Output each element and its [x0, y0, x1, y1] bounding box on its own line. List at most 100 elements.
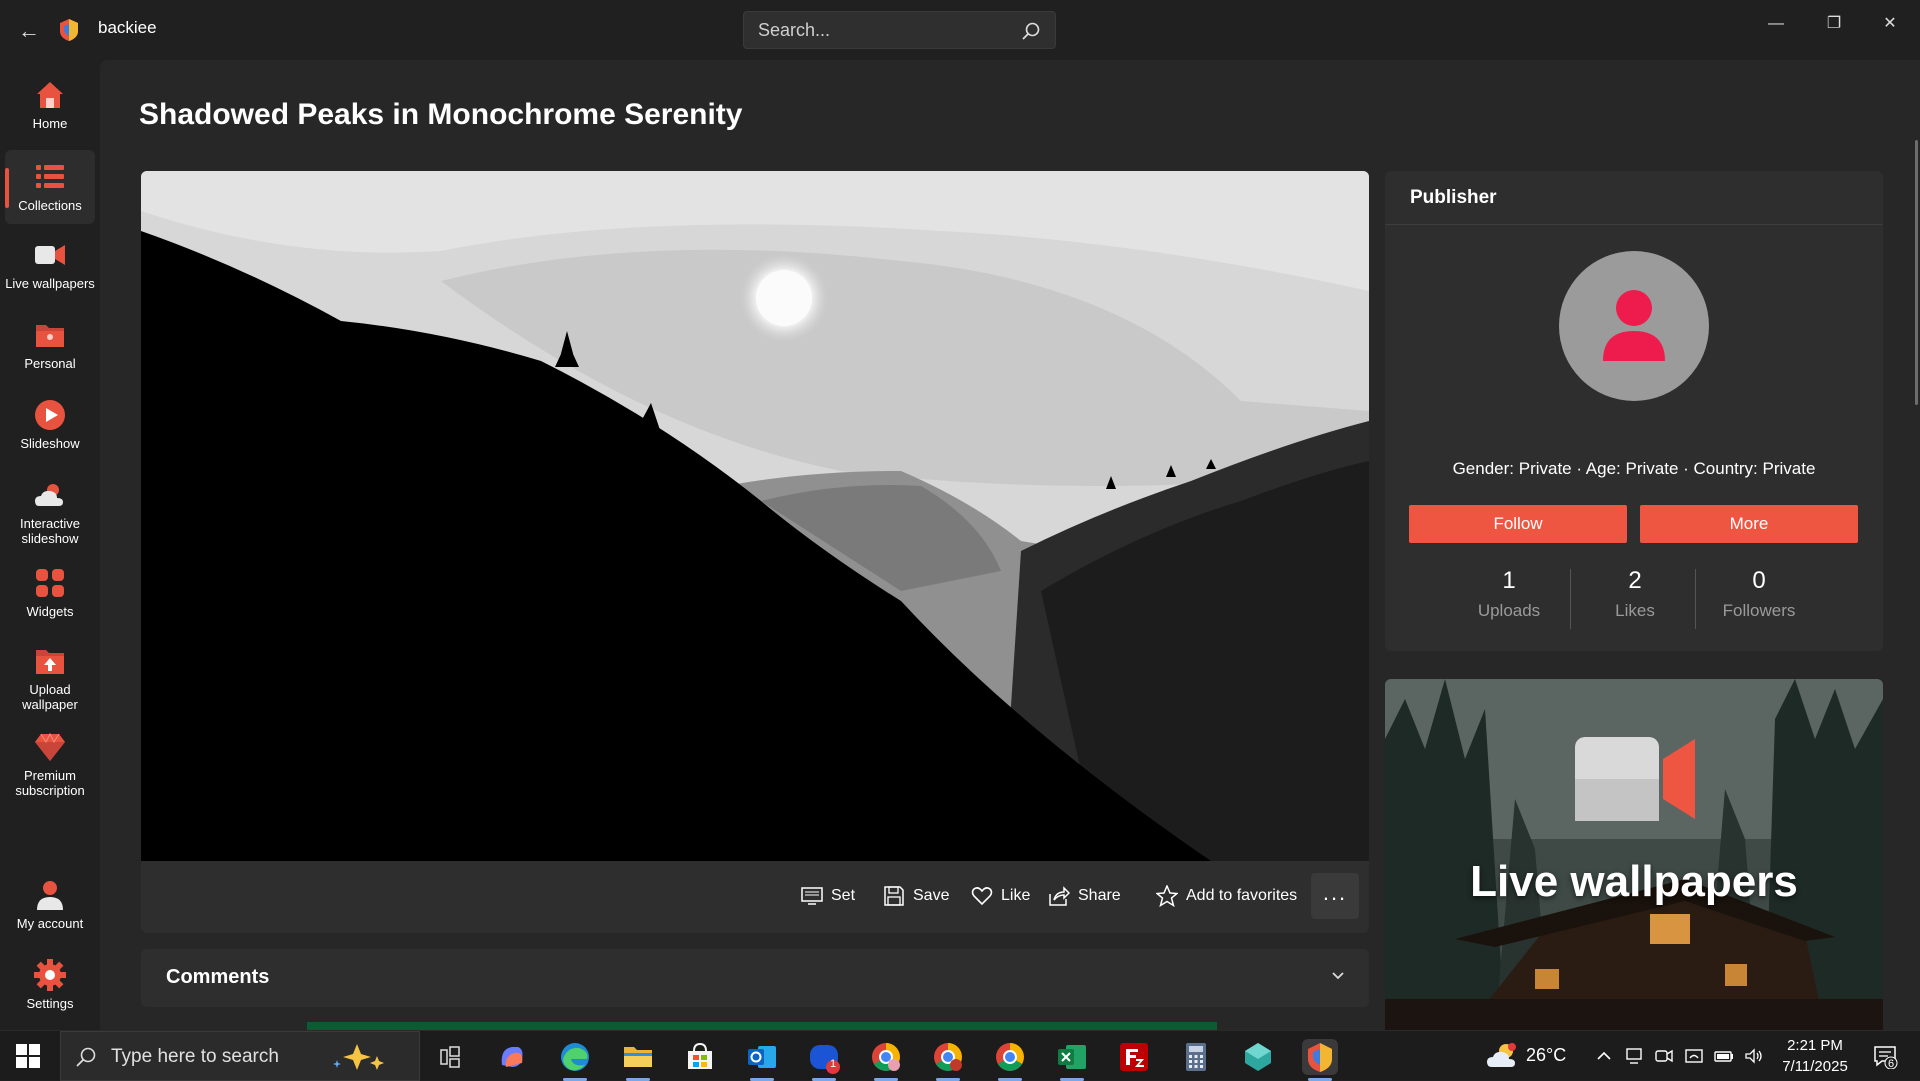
meet-camera-icon[interactable] — [1654, 1046, 1674, 1066]
minimize-button[interactable]: — — [1748, 6, 1804, 42]
monitor-icon — [801, 887, 823, 905]
scrollbar[interactable] — [1915, 140, 1918, 405]
stat-likes[interactable]: 2 Likes — [1573, 567, 1697, 621]
more-options-button[interactable]: ... — [1311, 873, 1359, 919]
sidebar-item-home[interactable]: Home — [5, 78, 95, 150]
chrome-profile-1-icon[interactable] — [868, 1039, 904, 1081]
live-wallpapers-promo[interactable]: Live wallpapers — [1385, 679, 1883, 1030]
content-preview-strip — [307, 1022, 1217, 1030]
floppy-disk-icon — [884, 886, 904, 906]
more-button[interactable]: More — [1640, 505, 1858, 543]
follow-button[interactable]: Follow — [1409, 505, 1627, 543]
copilot-app-icon[interactable] — [494, 1039, 530, 1075]
sidebar-item-interactive-slideshow[interactable]: Interactive slideshow — [5, 478, 95, 564]
page-title: Shadowed Peaks in Monochrome Serenity — [139, 98, 743, 131]
notification-count: 6 — [1887, 1058, 1895, 1070]
filezilla-icon[interactable] — [1116, 1039, 1152, 1075]
personal-folder-icon — [36, 325, 64, 347]
stat-divider — [1570, 569, 1571, 629]
star-icon — [1156, 885, 1178, 907]
widgets-icon — [36, 569, 64, 597]
share-button[interactable]: Share — [1048, 881, 1121, 911]
network-icon[interactable] — [1684, 1046, 1704, 1066]
calendar-app-icon[interactable]: 1 — [806, 1039, 842, 1081]
comments-title: Comments — [166, 966, 270, 988]
task-view-icon[interactable] — [432, 1039, 468, 1075]
share-icon — [1049, 886, 1070, 906]
main-content: Shadowed Peaks in Monochrome Serenity Se… — [100, 60, 1920, 1030]
search-input[interactable] — [756, 12, 1016, 48]
publisher-title: Publisher — [1410, 187, 1497, 208]
publisher-avatar[interactable] — [1559, 251, 1709, 401]
volume-icon[interactable] — [1744, 1046, 1764, 1066]
video-camera-icon — [35, 245, 65, 265]
outlook-icon[interactable] — [744, 1039, 780, 1081]
set-button[interactable]: Set — [801, 881, 855, 911]
clock-date[interactable]: 7/11/2025 — [1772, 1058, 1858, 1075]
weather-partly-cloudy-icon[interactable] — [1484, 1039, 1520, 1075]
sidebar-item-my-account[interactable]: My account — [5, 878, 95, 950]
file-explorer-icon[interactable] — [620, 1039, 656, 1081]
comments-panel[interactable]: Comments — [141, 949, 1369, 1007]
chevron-up-icon[interactable] — [1594, 1046, 1614, 1066]
sidebar-item-upload-wallpaper[interactable]: Upload wallpaper — [5, 644, 95, 730]
promo-forest-background — [1385, 679, 1883, 1030]
chevron-down-icon[interactable] — [1329, 967, 1347, 985]
home-icon — [37, 82, 63, 108]
search-icon[interactable] — [1021, 21, 1041, 41]
taskbar-search[interactable]: Type here to search — [60, 1031, 420, 1081]
windows-start-icon[interactable] — [16, 1044, 40, 1068]
teal-gem-app-icon[interactable] — [1240, 1039, 1276, 1075]
taskbar: Type here to search 1 26°C 2:21 PM 7/11/… — [0, 1030, 1920, 1081]
app-title: backiee — [98, 18, 157, 37]
battery-icon[interactable] — [1714, 1046, 1734, 1066]
play-icon — [35, 400, 65, 430]
sidebar-item-collections[interactable]: Collections — [5, 150, 95, 224]
excel-icon[interactable] — [1054, 1039, 1090, 1081]
clock-time[interactable]: 2:21 PM — [1780, 1037, 1850, 1054]
publisher-header: Publisher — [1385, 171, 1883, 225]
search-box[interactable] — [743, 11, 1056, 49]
stat-divider — [1695, 569, 1696, 629]
chrome-icon[interactable] — [992, 1039, 1028, 1081]
title-bar: ← backiee — ❐ ✕ — [0, 0, 1920, 60]
heart-icon — [971, 887, 993, 906]
backiee-logo-icon — [60, 19, 78, 41]
publisher-card: Publisher Gender: Private · Age: Private… — [1385, 171, 1883, 651]
search-icon — [76, 1047, 96, 1067]
save-button[interactable]: Save — [883, 881, 949, 911]
sidebar-item-personal[interactable]: Personal — [5, 318, 95, 388]
close-button[interactable]: ✕ — [1862, 6, 1918, 42]
sidebar-item-widgets[interactable]: Widgets — [5, 566, 95, 636]
diamond-icon — [35, 732, 65, 761]
calendar-badge: 1 — [829, 1058, 837, 1070]
calculator-icon[interactable] — [1178, 1039, 1214, 1075]
like-button[interactable]: Like — [971, 881, 1030, 911]
sidebar-item-slideshow[interactable]: Slideshow — [5, 398, 95, 468]
stat-followers[interactable]: 0 Followers — [1697, 567, 1821, 621]
copilot-sparkle-icon — [333, 1044, 384, 1070]
sidebar-item-premium-subscription[interactable]: Premium subscription — [5, 730, 95, 816]
edge-browser-icon[interactable] — [557, 1039, 593, 1081]
wallpaper-image[interactable] — [141, 171, 1369, 861]
restore-button[interactable]: ❐ — [1806, 6, 1862, 42]
stat-uploads[interactable]: 1 Uploads — [1447, 567, 1571, 621]
sidebar-item-live-wallpapers[interactable]: Live wallpapers — [5, 238, 95, 308]
add-to-favorites-button[interactable]: Add to favorites — [1156, 881, 1297, 911]
backiee-app-icon[interactable] — [1302, 1039, 1338, 1081]
microsoft-store-icon[interactable] — [682, 1039, 718, 1075]
promo-title: Live wallpapers — [1470, 857, 1798, 906]
user-icon — [37, 881, 63, 910]
collections-icon — [36, 165, 64, 188]
publisher-info: Gender: Private · Age: Private · Country… — [1452, 459, 1816, 478]
chrome-profile-2-icon[interactable] — [930, 1039, 966, 1081]
upload-icon — [36, 650, 64, 674]
wallpaper-card: Set Save Like Share Add to favorites ... — [141, 171, 1369, 933]
back-button[interactable]: ← — [16, 18, 42, 44]
user-avatar-icon — [1603, 290, 1665, 361]
weather-temperature[interactable]: 26°C — [1526, 1045, 1566, 1066]
display-icon[interactable] — [1624, 1046, 1644, 1066]
sidebar: Home Collections Live wallpapers Persona… — [0, 60, 100, 1030]
weather-cloud-icon — [35, 484, 63, 506]
sidebar-item-settings[interactable]: Settings — [5, 958, 95, 1030]
